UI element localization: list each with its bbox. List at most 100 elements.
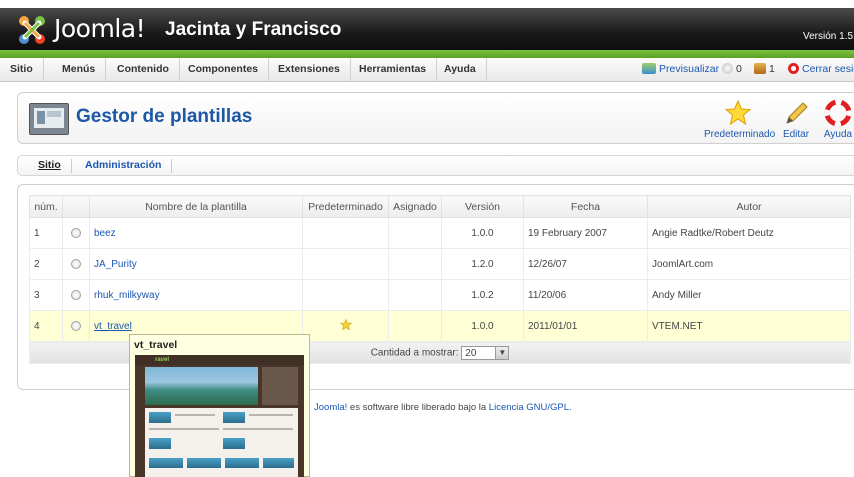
thumb-pic: [149, 412, 171, 423]
main-menu-bar: Sitio Menús Contenido Componentes Extens…: [0, 58, 854, 82]
row-radio[interactable]: [71, 227, 81, 238]
page-size-label: Cantidad a mostrar:: [370, 347, 459, 359]
thumb-hero-image: [145, 367, 258, 405]
row-num: 2: [29, 248, 63, 280]
row-assigned-cell: [388, 248, 442, 280]
tooltip-title: vt_travel: [134, 339, 178, 351]
thumb-pic: [225, 458, 259, 468]
row-assigned-cell: [388, 310, 442, 342]
admin-header: Joomla! Jacinta y Francisco Versión 1.5.: [0, 0, 854, 58]
row-radio[interactable]: [71, 320, 81, 331]
col-version: Versión: [441, 195, 524, 218]
preview-link[interactable]: Previsualizar: [642, 58, 719, 81]
col-select: [62, 195, 90, 218]
row-version: 1.0.2: [441, 279, 524, 311]
row-num: 1: [29, 217, 63, 249]
row-num: 3: [29, 279, 63, 311]
messages-indicator[interactable]: 0: [722, 58, 742, 81]
version-label: Versión 1.5.: [803, 31, 854, 42]
table-header-row: núm. Nombre de la plantilla Predetermina…: [29, 195, 851, 218]
row-default-cell: [302, 217, 389, 249]
joomla-link[interactable]: Joomla!: [314, 402, 347, 413]
header-green-stripe: [0, 50, 854, 58]
row-author: Angie Radtke/Robert Deutz: [647, 217, 851, 249]
col-assigned: Asignado: [388, 195, 442, 218]
row-date: 19 February 2007: [523, 217, 648, 249]
row-version: 1.0.0: [441, 217, 524, 249]
tab-administracion[interactable]: Administración: [85, 159, 161, 171]
star-icon: [724, 99, 752, 126]
menu-herramientas[interactable]: Herramientas: [349, 58, 438, 81]
thumb-pic: [149, 458, 183, 468]
row-default-cell: [302, 310, 389, 342]
row-assigned-cell: [388, 217, 442, 249]
table-row: 3 rhuk_milkyway 1.0.2 11/20/06 Andy Mill…: [29, 279, 851, 311]
col-date: Fecha: [523, 195, 648, 218]
row-version: 1.0.0: [441, 310, 524, 342]
template-thumbnail: ravel: [135, 355, 304, 477]
chevron-down-icon: ▼: [495, 346, 509, 359]
thumb-pic: [263, 458, 294, 468]
pencil-icon: [786, 102, 808, 124]
template-link[interactable]: beez: [94, 228, 116, 239]
template-link[interactable]: JA_Purity: [94, 259, 137, 270]
users-icon: [754, 63, 766, 74]
col-num: núm.: [29, 195, 63, 218]
menu-sitio[interactable]: Sitio: [0, 58, 44, 81]
menu-extensiones[interactable]: Extensiones: [268, 58, 351, 81]
tab-sitio[interactable]: Sitio: [38, 159, 61, 171]
row-date: 2011/01/01: [523, 310, 648, 342]
table-row: 2 JA_Purity 1.2.0 12/26/07 JoomlArt.com: [29, 248, 851, 280]
default-star-icon: [339, 318, 352, 330]
menu-menus[interactable]: Menús: [52, 58, 107, 81]
thumb-nav-bar: ravel: [135, 355, 304, 365]
help-button[interactable]: Ayuda: [821, 99, 854, 140]
row-date: 12/26/07: [523, 248, 648, 280]
tab-divider: [71, 159, 72, 173]
row-version: 1.2.0: [441, 248, 524, 280]
thumb-text-line: [149, 428, 219, 430]
toolbar-panel: Gestor de plantillas Predeterminado Edit…: [17, 92, 854, 144]
page-size-select[interactable]: 20 ▼: [461, 345, 510, 360]
col-default[interactable]: Predeterminado: [302, 195, 389, 218]
thumb-text-line: [223, 428, 293, 430]
template-client-tabs: Sitio Administración: [17, 155, 854, 176]
preview-icon: [642, 63, 656, 74]
thumb-text-line: [249, 414, 293, 416]
row-radio[interactable]: [71, 289, 81, 300]
menu-ayuda[interactable]: Ayuda: [434, 58, 487, 81]
table-row: 1 beez 1.0.0 19 February 2007 Angie Radt…: [29, 217, 851, 249]
thumb-content: [145, 408, 298, 477]
page-title: Gestor de plantillas: [76, 106, 253, 127]
col-author: Autor: [647, 195, 851, 218]
logout-link[interactable]: Cerrar sesió: [788, 58, 854, 81]
template-link[interactable]: rhuk_milkyway: [94, 290, 160, 301]
default-button[interactable]: Predeterminado: [704, 99, 775, 140]
logout-icon: [788, 63, 799, 74]
edit-button[interactable]: Editar: [781, 99, 811, 140]
menu-contenido[interactable]: Contenido: [107, 58, 180, 81]
row-author: VTEM.NET: [647, 310, 851, 342]
footer-credits: Joomla! es software libre liberado bajo …: [314, 402, 572, 413]
row-author: Andy Miller: [647, 279, 851, 311]
lifebuoy-icon: [824, 99, 852, 127]
row-radio[interactable]: [71, 258, 81, 269]
thumb-text-line: [175, 414, 215, 416]
row-num: 4: [29, 310, 63, 342]
joomla-logo-icon: [19, 16, 45, 44]
joomla-brand: Joomla!: [54, 14, 146, 43]
thumb-pic: [187, 458, 221, 468]
license-link[interactable]: Licencia GNU/GPL.: [489, 402, 572, 413]
thumb-pic: [149, 438, 171, 449]
site-name: Jacinta y Francisco: [165, 19, 342, 40]
row-assigned-cell: [388, 279, 442, 311]
template-link[interactable]: vt_travel: [94, 321, 132, 332]
template-manager-icon: [29, 103, 69, 135]
template-preview-tooltip: vt_travel ravel: [129, 334, 310, 477]
menu-componentes[interactable]: Componentes: [178, 58, 270, 81]
col-template-name[interactable]: Nombre de la plantilla: [89, 195, 303, 218]
tab-divider: [171, 159, 172, 173]
row-default-cell: [302, 279, 389, 311]
users-online-indicator[interactable]: 1: [754, 58, 775, 81]
thumb-sidebar: [262, 367, 298, 405]
